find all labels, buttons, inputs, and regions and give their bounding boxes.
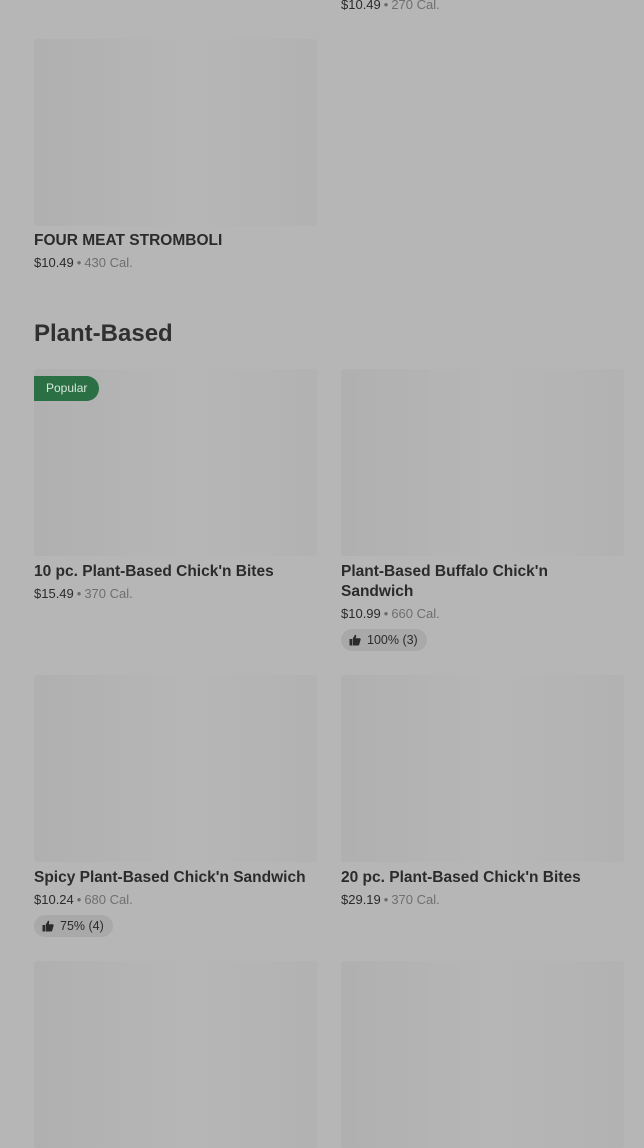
thumbs-up-icon bbox=[42, 920, 54, 932]
menu-item-card[interactable] bbox=[341, 961, 624, 1148]
menu-item-card[interactable]: FOUR MEAT STROMBOLI $10.49 • 430 Cal. bbox=[34, 39, 317, 271]
item-name: Plant-Based Buffalo Chick'n Sandwich bbox=[341, 563, 548, 600]
thumbs-up-icon bbox=[349, 634, 361, 646]
separator-dot: • bbox=[76, 892, 82, 907]
item-image[interactable] bbox=[341, 675, 624, 862]
item-price: $10.49 bbox=[34, 255, 74, 270]
rating-text: 75% (4) bbox=[60, 919, 104, 933]
item-price: $29.19 bbox=[341, 892, 381, 907]
separator-dot: • bbox=[383, 606, 389, 621]
item-meta: $10.49 • 430 Cal. bbox=[34, 254, 317, 271]
popular-badge: Popular bbox=[34, 376, 100, 401]
menu-item-card[interactable] bbox=[34, 961, 317, 1148]
item-price: $15.49 bbox=[34, 586, 74, 601]
item-image[interactable] bbox=[341, 961, 624, 1148]
separator-dot: • bbox=[76, 255, 82, 270]
top-partial-meta: $10.49 • 270 Cal. bbox=[341, 0, 440, 12]
item-price: $10.49 bbox=[341, 0, 381, 12]
item-name: FOUR MEAT STROMBOLI bbox=[34, 232, 223, 249]
item-calories: 660 Cal. bbox=[391, 606, 440, 621]
item-calories: 270 Cal. bbox=[391, 0, 440, 12]
item-calories: 680 Cal. bbox=[84, 892, 133, 907]
menu-item-card[interactable]: Popular 10 pc. Plant-Based Chick'n Bites… bbox=[34, 369, 317, 602]
separator-dot: • bbox=[383, 0, 389, 12]
section-title: Plant-Based bbox=[34, 320, 173, 347]
separator-dot: • bbox=[383, 892, 389, 907]
menu-item-card[interactable]: Plant-Based Buffalo Chick'n Sandwich $10… bbox=[341, 369, 624, 651]
item-image[interactable] bbox=[34, 39, 317, 226]
rating-pill: 100% (3) bbox=[341, 629, 427, 651]
item-price: $10.24 bbox=[34, 892, 74, 907]
menu-item-card[interactable]: 20 pc. Plant-Based Chick'n Bites $29.19 •… bbox=[341, 675, 624, 908]
item-meta: $10.99 • 660 Cal. bbox=[341, 605, 624, 622]
item-price: $10.99 bbox=[341, 606, 381, 621]
item-calories: 370 Cal. bbox=[84, 586, 133, 601]
item-image[interactable] bbox=[34, 961, 317, 1148]
item-meta: $10.24 • 680 Cal. bbox=[34, 891, 317, 908]
item-name: 10 pc. Plant-Based Chick'n Bites bbox=[34, 563, 274, 580]
item-image[interactable] bbox=[341, 369, 624, 556]
item-calories: 430 Cal. bbox=[84, 255, 133, 270]
item-name: Spicy Plant-Based Chick'n Sandwich bbox=[34, 869, 306, 886]
item-name: 20 pc. Plant-Based Chick'n Bites bbox=[341, 869, 581, 886]
item-calories: 370 Cal. bbox=[391, 892, 440, 907]
item-meta: $15.49 • 370 Cal. bbox=[34, 585, 317, 602]
separator-dot: • bbox=[76, 586, 82, 601]
item-meta: $29.19 • 370 Cal. bbox=[341, 891, 624, 908]
rating-text: 100% (3) bbox=[367, 633, 418, 647]
menu-item-card[interactable]: Spicy Plant-Based Chick'n Sandwich $10.2… bbox=[34, 675, 317, 937]
rating-pill: 75% (4) bbox=[34, 915, 113, 937]
item-image[interactable]: Popular bbox=[34, 369, 317, 556]
item-image[interactable] bbox=[34, 675, 317, 862]
